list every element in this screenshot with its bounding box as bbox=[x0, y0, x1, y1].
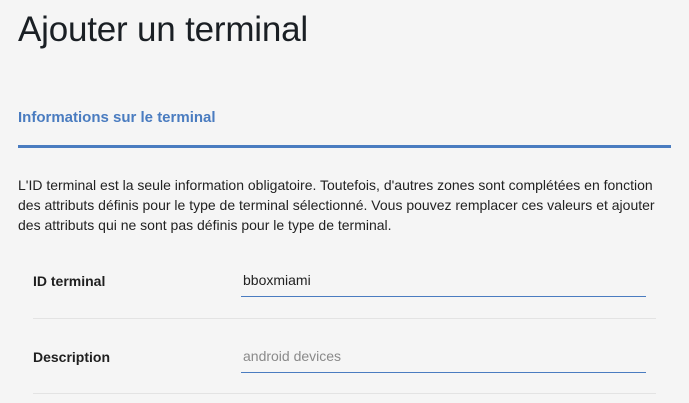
description-label: Description bbox=[33, 349, 111, 365]
section-intro-text: L'ID terminal est la seule information o… bbox=[18, 177, 655, 233]
terminal-id-label: ID terminal bbox=[33, 273, 106, 289]
row-divider bbox=[33, 393, 656, 394]
terminal-id-input[interactable] bbox=[241, 263, 646, 297]
row-divider bbox=[33, 318, 656, 319]
terminal-id-row: ID terminal bbox=[33, 258, 656, 318]
description-input[interactable] bbox=[241, 339, 646, 373]
description-row: Description bbox=[33, 334, 656, 394]
section-divider bbox=[18, 145, 671, 148]
page-title: Ajouter un terminal bbox=[18, 10, 308, 49]
section-heading: Informations sur le terminal bbox=[18, 109, 216, 126]
add-terminal-page: Ajouter un terminal Informations sur le … bbox=[0, 0, 689, 403]
